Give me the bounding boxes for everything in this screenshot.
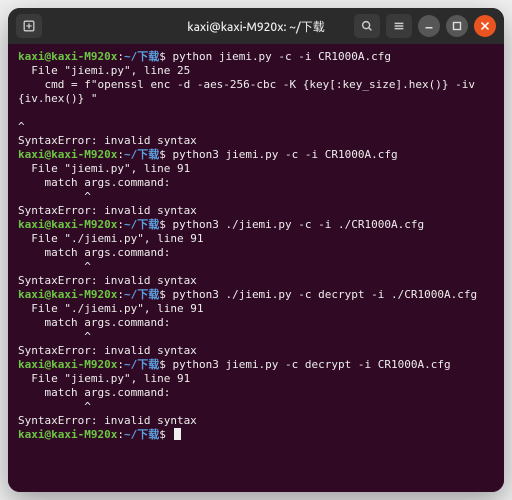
output-text: SyntaxError: invalid syntax — [18, 414, 197, 427]
output-text: File "jiemi.py", line 91 — [18, 162, 190, 175]
output-line: SyntaxError: invalid syntax — [18, 344, 494, 358]
output-line: ^ — [18, 190, 494, 204]
command-text: python jiemi.py -c -i CR1000A.cfg — [172, 50, 391, 63]
prompt-path: ~/下载 — [124, 288, 159, 301]
new-tab-button[interactable] — [16, 14, 42, 38]
titlebar-right — [354, 14, 496, 38]
prompt-user-host: kaxi@kaxi-M920x — [18, 288, 117, 301]
output-line: ^ — [18, 260, 494, 274]
output-text: match args.command: — [18, 246, 170, 259]
command-line: kaxi@kaxi-M920x:~/下载$ python3 jiemi.py -… — [18, 358, 494, 372]
output-text: SyntaxError: invalid syntax — [18, 134, 197, 147]
output-text: File "./jiemi.py", line 91 — [18, 232, 203, 245]
text-cursor — [174, 428, 181, 440]
output-text: SyntaxError: invalid syntax — [18, 344, 197, 357]
command-text: python3 ./jiemi.py -c -i ./CR1000A.cfg — [172, 218, 424, 231]
menu-button[interactable] — [386, 14, 412, 38]
output-text: File "./jiemi.py", line 91 — [18, 302, 203, 315]
output-line: cmd = f"openssl enc -d -aes-256-cbc -K {… — [18, 78, 494, 106]
hamburger-icon — [392, 19, 406, 33]
output-line: SyntaxError: invalid syntax — [18, 274, 494, 288]
output-line: match args.command: — [18, 316, 494, 330]
output-line: File "./jiemi.py", line 91 — [18, 302, 494, 316]
new-tab-icon — [22, 19, 36, 33]
prompt-marker: $ — [159, 358, 172, 371]
prompt-path: ~/下载 — [124, 148, 159, 161]
prompt-user-host: kaxi@kaxi-M920x — [18, 358, 117, 371]
prompt-marker: $ — [159, 428, 172, 441]
prompt-separator: : — [117, 218, 124, 231]
prompt-marker: $ — [159, 218, 172, 231]
output-line: SyntaxError: invalid syntax — [18, 204, 494, 218]
prompt-separator: : — [117, 288, 124, 301]
prompt-path: ~/下载 — [124, 50, 159, 63]
output-text: ^ — [18, 106, 504, 133]
output-text: match args.command: — [18, 176, 170, 189]
output-line: match args.command: — [18, 386, 494, 400]
prompt-path: ~/下载 — [124, 428, 159, 441]
search-button[interactable] — [354, 14, 380, 38]
output-text: cmd = f"openssl enc -d -aes-256-cbc -K {… — [18, 78, 482, 105]
command-line: kaxi@kaxi-M920x:~/下载$ python3 jiemi.py -… — [18, 148, 494, 162]
output-text: SyntaxError: invalid syntax — [18, 204, 197, 217]
active-prompt-line[interactable]: kaxi@kaxi-M920x:~/下载$ — [18, 428, 494, 442]
terminal-window: kaxi@kaxi-M920x: ~/下载 — [8, 8, 504, 492]
output-text: ^ — [18, 400, 91, 413]
terminal-viewport[interactable]: kaxi@kaxi-M920x:~/下载$ python jiemi.py -c… — [8, 44, 504, 492]
prompt-separator: : — [117, 428, 124, 441]
output-text: ^ — [18, 190, 91, 203]
output-line: File "jiemi.py", line 91 — [18, 372, 494, 386]
output-text: File "jiemi.py", line 25 — [18, 64, 190, 77]
output-line: File "jiemi.py", line 25 — [18, 64, 494, 78]
close-button[interactable] — [474, 15, 496, 37]
command-text: python3 ./jiemi.py -c decrypt -i ./CR100… — [172, 288, 477, 301]
output-line: match args.command: — [18, 176, 494, 190]
search-icon — [360, 19, 374, 33]
prompt-separator: : — [117, 358, 124, 371]
output-text: match args.command: — [18, 316, 170, 329]
prompt-separator: : — [117, 148, 124, 161]
command-line: kaxi@kaxi-M920x:~/下载$ python3 ./jiemi.py… — [18, 288, 494, 302]
close-icon — [478, 19, 492, 33]
maximize-icon — [450, 19, 464, 33]
output-line: File "jiemi.py", line 91 — [18, 162, 494, 176]
prompt-path: ~/下载 — [124, 218, 159, 231]
command-text: python3 jiemi.py -c decrypt -i CR1000A.c… — [172, 358, 450, 371]
output-line: ^ — [18, 330, 494, 344]
prompt-separator: : — [117, 50, 124, 63]
prompt-user-host: kaxi@kaxi-M920x — [18, 218, 117, 231]
output-line: File "./jiemi.py", line 91 — [18, 232, 494, 246]
minimize-button[interactable] — [418, 15, 440, 37]
output-text: match args.command: — [18, 386, 170, 399]
command-text: python3 jiemi.py -c -i CR1000A.cfg — [172, 148, 397, 161]
output-line: SyntaxError: invalid syntax — [18, 414, 494, 428]
output-line: match args.command: — [18, 246, 494, 260]
output-text: File "jiemi.py", line 91 — [18, 372, 190, 385]
titlebar-left — [16, 14, 42, 38]
output-text: ^ — [18, 330, 91, 343]
maximize-button[interactable] — [446, 15, 468, 37]
output-text: SyntaxError: invalid syntax — [18, 274, 197, 287]
output-line: ^ — [18, 400, 494, 414]
prompt-marker: $ — [159, 50, 172, 63]
output-line: ^ — [18, 106, 494, 134]
prompt-user-host: kaxi@kaxi-M920x — [18, 428, 117, 441]
output-line: SyntaxError: invalid syntax — [18, 134, 494, 148]
minimize-icon — [422, 19, 436, 33]
titlebar: kaxi@kaxi-M920x: ~/下载 — [8, 8, 504, 44]
prompt-marker: $ — [159, 288, 172, 301]
command-line: kaxi@kaxi-M920x:~/下载$ python jiemi.py -c… — [18, 50, 494, 64]
command-line: kaxi@kaxi-M920x:~/下载$ python3 ./jiemi.py… — [18, 218, 494, 232]
prompt-marker: $ — [159, 148, 172, 161]
prompt-path: ~/下载 — [124, 358, 159, 371]
prompt-user-host: kaxi@kaxi-M920x — [18, 50, 117, 63]
prompt-user-host: kaxi@kaxi-M920x — [18, 148, 117, 161]
output-text: ^ — [18, 260, 91, 273]
